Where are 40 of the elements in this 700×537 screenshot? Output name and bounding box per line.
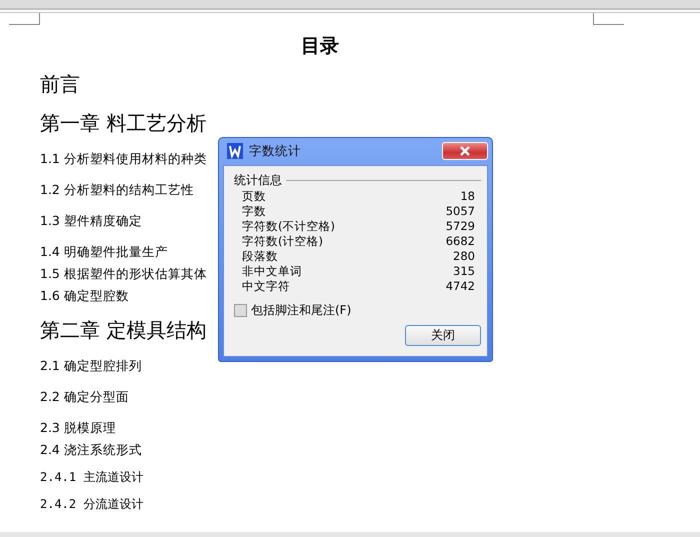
toc-entry: 1.2 分析塑料的结构工艺性: [40, 182, 194, 199]
stat-value: 5729: [446, 219, 475, 234]
toc-entry: 1.4 明确塑件批量生产: [40, 244, 168, 261]
stat-label: 段落数: [242, 249, 278, 264]
toc-entry: 2.4.2 分流道设计: [40, 496, 144, 513]
stat-value: 280: [453, 249, 475, 264]
stat-value: 18: [460, 189, 475, 204]
document-title: 目录: [300, 34, 340, 59]
app-logo-icon: [227, 143, 243, 159]
toc-entry: 2.4.1 主流道设计: [40, 469, 144, 486]
stat-value: 4742: [446, 279, 475, 294]
checkbox-label: 包括脚注和尾注(F): [251, 302, 352, 319]
stat-label: 字符数(计空格): [242, 234, 323, 249]
dialog-title: 字数统计: [249, 142, 301, 160]
margin-corner-mark: [9, 13, 40, 25]
margin-corner-mark: [593, 13, 624, 25]
stat-label: 字符数(不计空格): [242, 219, 335, 234]
stat-label: 中文字符: [242, 279, 290, 294]
close-icon: [460, 146, 470, 156]
chapter-heading: 第二章 定模具结构: [40, 317, 206, 344]
toc-entry: 2.1 确定型腔排列: [40, 358, 142, 375]
toc-entry: 2.2 确定分型面: [40, 389, 129, 406]
stat-value: 5057: [446, 204, 475, 219]
toc-entry: 2.4 浇注系统形式: [40, 442, 142, 459]
stat-label: 字数: [242, 204, 266, 219]
toc-entry: 1.3 塑件精度确定: [40, 213, 142, 230]
stat-label: 非中文单词: [242, 264, 302, 279]
stat-label: 页数: [242, 189, 266, 204]
stat-value: 6682: [446, 234, 475, 249]
stat-value: 315: [453, 264, 475, 279]
checkbox[interactable]: [234, 304, 247, 317]
toc-entry: 2.3 脱模原理: [40, 420, 116, 437]
toc-entry: 1.6 确定型腔数: [40, 288, 129, 305]
toc-entry: 1.1 分析塑料使用材料的种类: [40, 151, 207, 168]
chapter-heading: 前言: [40, 71, 80, 98]
chapter-heading: 第一章 料工艺分析: [40, 110, 206, 137]
close-dialog-button[interactable]: 关闭: [405, 325, 481, 346]
toc-entry: 1.5 根据塑件的形状估算其体: [40, 266, 207, 283]
close-button[interactable]: [442, 142, 488, 160]
group-label: 统计信息: [234, 172, 282, 189]
